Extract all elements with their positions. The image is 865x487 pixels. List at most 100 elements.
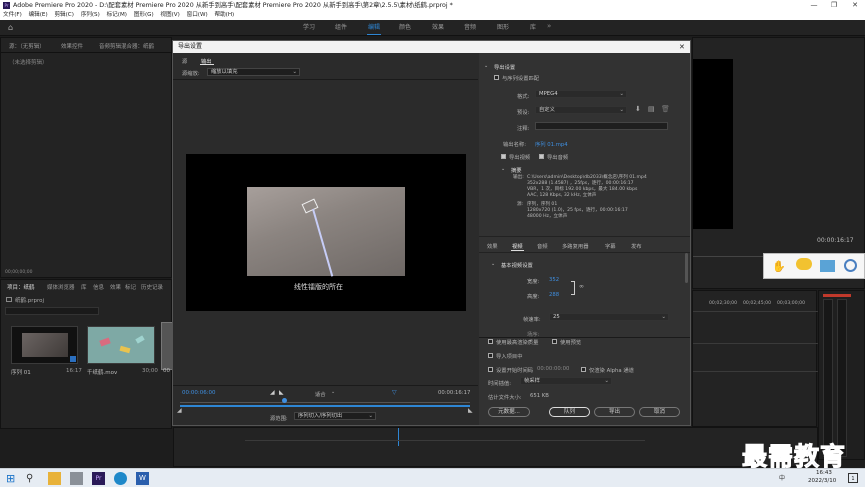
menu-clip[interactable]: 剪辑(C) <box>54 12 73 18</box>
fit-dropdown[interactable]: 适合 <box>315 390 326 398</box>
set-start-timecode-checkbox[interactable] <box>488 367 493 372</box>
marker-icon[interactable]: ▽ <box>392 389 397 396</box>
clock-time[interactable]: 16:43 <box>816 470 832 476</box>
queue-button[interactable]: 队列 <box>549 407 590 417</box>
import-into-project-checkbox[interactable] <box>488 353 493 358</box>
use-previews-checkbox[interactable] <box>552 339 557 344</box>
source-scaling-dropdown[interactable]: 缩放以填充 ⌄ <box>207 68 300 76</box>
hand-icon[interactable]: ✋ <box>772 260 786 273</box>
zoom-icon[interactable] <box>844 259 857 272</box>
collapse-icon[interactable]: ⌄ <box>501 166 505 172</box>
render-alpha-checkbox[interactable] <box>581 367 586 372</box>
project-search-input[interactable] <box>5 307 99 315</box>
save-preset-icon[interactable]: ⬇ <box>635 106 642 113</box>
premiere-taskbar-icon[interactable]: Pr <box>92 472 105 485</box>
workspace-color[interactable]: 颜色 <box>399 20 411 36</box>
set-out-point-icon[interactable]: ◣ <box>279 389 284 396</box>
comments-input[interactable] <box>535 122 668 130</box>
workspace-libraries[interactable]: 库 <box>530 20 536 36</box>
workspace-audio[interactable]: 音频 <box>464 20 476 36</box>
program-timecode[interactable]: 00:00:16:17 <box>817 237 854 244</box>
delete-preset-icon[interactable]: 🗑 <box>661 106 670 113</box>
tab-video[interactable]: 视频 <box>512 242 523 250</box>
time-range-bar[interactable] <box>180 405 470 407</box>
export-video-checkbox[interactable] <box>501 154 506 159</box>
app-icon[interactable] <box>70 472 83 485</box>
menu-sequence[interactable]: 序列(S) <box>81 12 100 18</box>
export-audio-checkbox[interactable] <box>539 154 544 159</box>
word-icon[interactable]: W <box>136 472 149 485</box>
workspace-graphics[interactable]: 图形 <box>497 20 509 36</box>
dialog-close-button[interactable]: ✕ <box>679 41 685 53</box>
menu-view[interactable]: 视图(V) <box>160 12 179 18</box>
collapse-icon[interactable]: ⌄ <box>491 261 495 267</box>
in-point-handle[interactable]: ◢ <box>177 407 182 414</box>
metadata-button[interactable]: 元数据... <box>488 407 530 417</box>
export-icon[interactable] <box>820 260 835 272</box>
max-render-quality-checkbox[interactable] <box>488 339 493 344</box>
source-timecode[interactable]: 00;00;00;00 <box>5 270 32 275</box>
video-clip-thumbnail[interactable] <box>87 326 155 364</box>
info-tab[interactable]: 信息 <box>93 283 104 291</box>
workspace-more-icon[interactable]: » <box>547 22 551 30</box>
tab-effects[interactable]: 效果 <box>487 242 498 250</box>
source-tab[interactable]: 源：（无剪辑） <box>9 42 45 50</box>
close-window-button[interactable]: ✕ <box>845 0 865 11</box>
width-value[interactable]: 352 <box>549 277 559 283</box>
workspace-learn[interactable]: 学习 <box>303 20 315 36</box>
set-in-point-icon[interactable]: ◢ <box>270 389 275 396</box>
workspace-assembly[interactable]: 组件 <box>335 20 347 36</box>
clock-date[interactable]: 2022/3/10 <box>808 478 836 484</box>
project-tab[interactable]: 项目：纸鹤 <box>7 283 35 291</box>
time-interpolation-dropdown[interactable]: 帧采样 ⌄ <box>520 377 612 385</box>
menu-file[interactable]: 文件(F) <box>3 12 22 18</box>
output-name-link[interactable]: 序列 01.mp4 <box>535 140 568 148</box>
out-point-handle[interactable]: ◣ <box>468 407 473 414</box>
menu-marker[interactable]: 标记(M) <box>107 12 127 18</box>
start-timecode-value[interactable]: 00:00:00:00 <box>537 366 569 372</box>
tab-captions[interactable]: 字幕 <box>605 242 616 250</box>
search-icon[interactable]: ⚲ <box>26 472 39 485</box>
windows-start-icon[interactable]: ⊞ <box>6 472 19 485</box>
library-tab[interactable]: 库 <box>81 283 87 291</box>
timecode-in[interactable]: 00:00:06:00 <box>182 390 216 396</box>
source-range-dropdown[interactable]: 序列切入/序列切出 ⌄ <box>294 412 376 420</box>
height-value[interactable]: 288 <box>549 292 559 298</box>
playhead-handle[interactable] <box>282 398 287 403</box>
audio-mixer-tab[interactable]: 音频剪辑混合器：纸鹤 <box>99 42 171 50</box>
file-explorer-icon[interactable] <box>48 472 61 485</box>
settings-scrollbar[interactable] <box>685 253 688 283</box>
workspace-effects[interactable]: 效果 <box>432 20 444 36</box>
match-sequence-checkbox[interactable] <box>494 75 499 80</box>
menu-edit[interactable]: 编辑(E) <box>29 12 48 18</box>
markers-tab[interactable]: 标记 <box>125 283 136 291</box>
effects-tab[interactable]: 效果 <box>110 283 121 291</box>
history-tab[interactable]: 历史记录 <box>141 283 172 291</box>
menu-graphics[interactable]: 图形(G) <box>134 12 154 18</box>
playhead[interactable] <box>398 428 399 446</box>
tab-publish[interactable]: 发布 <box>631 242 642 250</box>
maximize-button[interactable]: ❐ <box>824 0 844 11</box>
ime-language-indicator[interactable]: 中 <box>779 473 785 482</box>
minimize-button[interactable]: — <box>804 0 824 11</box>
chain-link-icon[interactable]: ∞ <box>579 283 584 290</box>
menu-window[interactable]: 窗口(W) <box>187 12 208 18</box>
sequence-thumbnail[interactable] <box>11 326 78 364</box>
comment-icon[interactable] <box>796 258 812 270</box>
home-icon[interactable]: ⌂ <box>8 24 16 32</box>
notification-icon[interactable]: 1 <box>848 473 858 483</box>
media-browser-tab[interactable]: 媒体浏览器 <box>47 283 75 291</box>
format-dropdown[interactable]: MPEG4 ⌄ <box>535 90 627 98</box>
cancel-button[interactable]: 取消 <box>639 407 680 417</box>
export-button[interactable]: 导出 <box>594 407 635 417</box>
tab-multiplexer[interactable]: 多路复用器 <box>562 242 589 250</box>
import-preset-icon[interactable]: ▤ <box>648 106 655 113</box>
frame-rate-dropdown[interactable]: 25 ⌄ <box>549 313 669 321</box>
source-tab[interactable]: 源 <box>182 57 187 65</box>
edge-browser-icon[interactable] <box>114 472 127 485</box>
effect-controls-tab[interactable]: 效果控件 <box>61 42 83 50</box>
tab-audio[interactable]: 音频 <box>537 242 548 250</box>
preset-dropdown[interactable]: 自定义 ⌄ <box>535 106 627 114</box>
menu-help[interactable]: 帮助(H) <box>214 12 234 18</box>
collapse-icon[interactable]: ⌄ <box>484 63 488 69</box>
